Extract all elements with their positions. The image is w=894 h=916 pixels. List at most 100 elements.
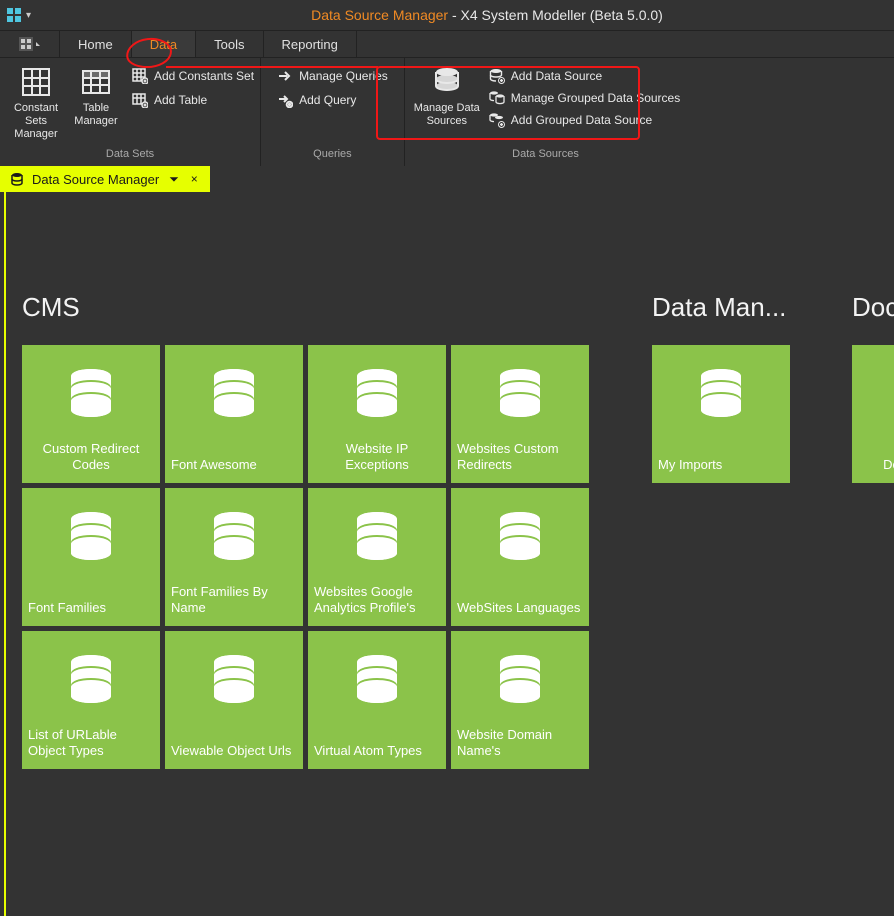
data-source-tile[interactable]: Virtual Atom Types bbox=[308, 631, 446, 769]
constant-sets-manager-button[interactable]: Constant Sets Manager bbox=[6, 62, 66, 142]
category: Docun Docun Comp bbox=[852, 292, 894, 483]
qat-dropdown-icon[interactable]: ▾ bbox=[26, 10, 36, 20]
category: CMS Custom Redirect Codes Font Awesome Webs… bbox=[22, 292, 602, 769]
ribbon-group-datasets-label: Data Sets bbox=[0, 148, 260, 166]
add-constants-set-button[interactable]: Add Constants Set bbox=[132, 68, 254, 84]
data-source-tile[interactable]: Websites Google Analytics Profile's bbox=[308, 488, 446, 626]
window-title: Data Source Manager - X4 System Modeller… bbox=[80, 7, 894, 23]
tile-label: Docun Comp bbox=[858, 457, 894, 473]
tab-data[interactable]: Data bbox=[132, 31, 196, 57]
content-area: CMS Custom Redirect Codes Font Awesome Webs… bbox=[4, 192, 894, 916]
database-icon bbox=[693, 365, 749, 421]
database-icon bbox=[63, 365, 119, 421]
tile-label: Font Families By Name bbox=[171, 584, 297, 617]
data-source-tile[interactable]: Docun Comp bbox=[852, 345, 894, 483]
tile-label: My Imports bbox=[658, 457, 784, 473]
data-source-tile[interactable]: Font Families By Name bbox=[165, 488, 303, 626]
manage-data-sources-label: Manage Data Sources bbox=[411, 102, 483, 128]
tab-home[interactable]: Home bbox=[60, 31, 132, 57]
constant-sets-manager-label: Constant Sets Manager bbox=[6, 102, 66, 142]
arrow-add-icon bbox=[277, 92, 293, 108]
category-title: CMS bbox=[22, 292, 602, 323]
app-icon bbox=[6, 7, 22, 23]
data-source-tile[interactable]: WebSites Languages bbox=[451, 488, 589, 626]
add-constants-set-label: Add Constants Set bbox=[154, 69, 254, 83]
arrow-icon bbox=[277, 68, 293, 84]
ribbon-tabs: Home Data Tools Reporting bbox=[0, 30, 894, 58]
tile-grid: Custom Redirect Codes Font Awesome Website… bbox=[22, 345, 602, 769]
document-tab-label: Data Source Manager bbox=[32, 172, 159, 187]
document-tab-strip: Data Source Manager ⏷ × bbox=[0, 166, 894, 192]
tile-label: Custom Redirect Codes bbox=[28, 441, 154, 474]
grid-icon bbox=[20, 66, 52, 98]
ribbon-group-queries: Manage Queries Add Query Queries bbox=[261, 58, 405, 166]
add-query-button[interactable]: Add Query bbox=[277, 92, 388, 108]
database-icon bbox=[349, 508, 405, 564]
manage-queries-button[interactable]: Manage Queries bbox=[277, 68, 388, 84]
database-icon bbox=[63, 651, 119, 707]
close-icon[interactable]: × bbox=[189, 172, 200, 186]
database-icon bbox=[206, 365, 262, 421]
data-source-tile[interactable]: Font Families bbox=[22, 488, 160, 626]
tab-reporting[interactable]: Reporting bbox=[264, 31, 357, 57]
table-add-icon bbox=[132, 92, 148, 108]
database-icon bbox=[431, 66, 463, 98]
data-source-tile[interactable]: Custom Redirect Codes bbox=[22, 345, 160, 483]
ribbon-group-datasets: Constant Sets Manager Table Manager Add … bbox=[0, 58, 261, 166]
tile-label: Website IP Exceptions bbox=[314, 441, 440, 474]
ribbon-group-datasources: Manage Data Sources Add Data Source Mana… bbox=[405, 58, 686, 166]
ribbon: Constant Sets Manager Table Manager Add … bbox=[0, 58, 894, 166]
manage-queries-label: Manage Queries bbox=[299, 69, 388, 83]
tile-label: Font Families bbox=[28, 600, 154, 616]
data-source-tile[interactable]: Website Domain Name's bbox=[451, 631, 589, 769]
database-icon bbox=[349, 651, 405, 707]
database-icon bbox=[492, 365, 548, 421]
file-menu-button[interactable] bbox=[0, 31, 60, 57]
table-manager-button[interactable]: Table Manager bbox=[66, 62, 126, 128]
tile-grid: My Imports bbox=[652, 345, 802, 483]
data-source-tile[interactable]: Website IP Exceptions bbox=[308, 345, 446, 483]
database-icon bbox=[206, 651, 262, 707]
add-query-label: Add Query bbox=[299, 93, 356, 107]
database-icon bbox=[349, 365, 405, 421]
table-icon bbox=[80, 66, 112, 98]
grid-add-icon bbox=[132, 68, 148, 84]
category-title: Docun bbox=[852, 292, 894, 323]
database-icon bbox=[492, 508, 548, 564]
manage-grouped-data-sources-label: Manage Grouped Data Sources bbox=[511, 91, 680, 105]
tile-label: Font Awesome bbox=[171, 457, 297, 473]
data-source-tile[interactable]: Font Awesome bbox=[165, 345, 303, 483]
quick-access-toolbar: ▾ bbox=[0, 7, 80, 23]
tile-label: Virtual Atom Types bbox=[314, 743, 440, 759]
tile-grid: Docun Comp bbox=[852, 345, 894, 483]
add-table-button[interactable]: Add Table bbox=[132, 92, 254, 108]
manage-data-sources-button[interactable]: Manage Data Sources bbox=[411, 62, 483, 128]
add-data-source-label: Add Data Source bbox=[511, 69, 602, 83]
database-group-add-icon bbox=[489, 112, 505, 128]
table-manager-label: Table Manager bbox=[66, 102, 126, 128]
add-grouped-data-source-button[interactable]: Add Grouped Data Source bbox=[489, 112, 680, 128]
add-grouped-data-source-label: Add Grouped Data Source bbox=[511, 113, 652, 127]
database-icon bbox=[492, 651, 548, 707]
category: Data Man... My Imports bbox=[652, 292, 802, 483]
manage-grouped-data-sources-button[interactable]: Manage Grouped Data Sources bbox=[489, 90, 680, 106]
tile-label: Websites Google Analytics Profile's bbox=[314, 584, 440, 617]
title-rest: - X4 System Modeller (Beta 5.0.0) bbox=[448, 7, 663, 23]
tile-label: WebSites Languages bbox=[457, 600, 583, 616]
data-source-tile[interactable]: Viewable Object Urls bbox=[165, 631, 303, 769]
add-data-source-button[interactable]: Add Data Source bbox=[489, 68, 680, 84]
database-group-icon bbox=[489, 90, 505, 106]
pin-icon[interactable]: ⏷ bbox=[167, 172, 181, 187]
tile-label: Website Domain Name's bbox=[457, 727, 583, 760]
data-source-tile[interactable]: Websites Custom Redirects bbox=[451, 345, 589, 483]
titlebar: ▾ Data Source Manager - X4 System Modell… bbox=[0, 0, 894, 30]
tab-tools[interactable]: Tools bbox=[196, 31, 263, 57]
document-tab-active[interactable]: Data Source Manager ⏷ × bbox=[0, 168, 210, 190]
category-title: Data Man... bbox=[652, 292, 802, 323]
add-table-label: Add Table bbox=[154, 93, 207, 107]
data-source-tile[interactable]: My Imports bbox=[652, 345, 790, 483]
ribbon-group-queries-label: Queries bbox=[261, 148, 404, 166]
data-source-tile[interactable]: List of URLable Object Types bbox=[22, 631, 160, 769]
ribbon-group-datasources-label: Data Sources bbox=[405, 148, 686, 166]
database-icon bbox=[206, 508, 262, 564]
